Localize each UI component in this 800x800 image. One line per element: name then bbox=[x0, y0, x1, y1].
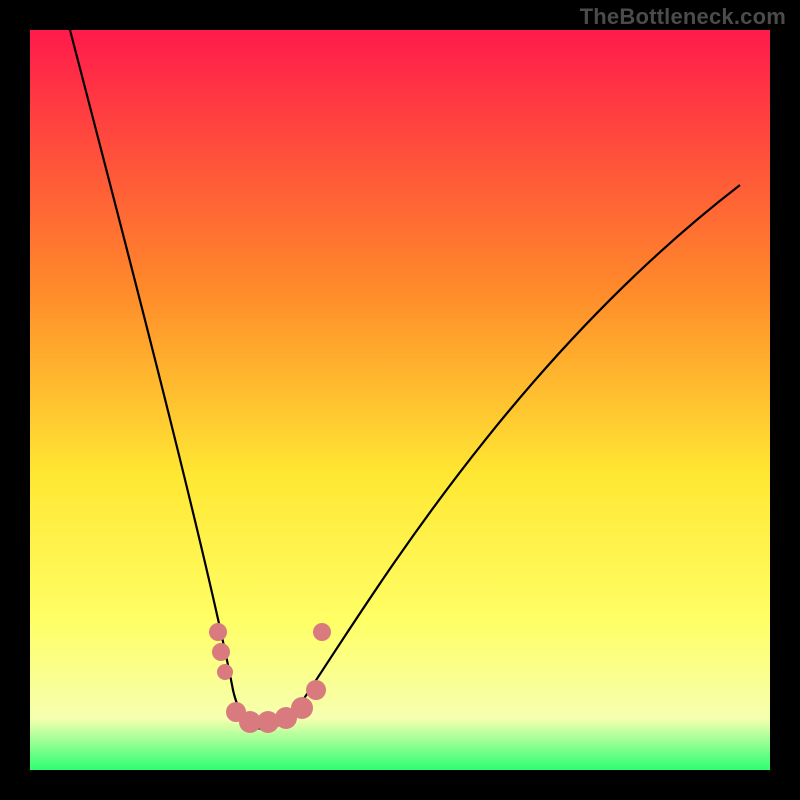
marker-dot bbox=[313, 623, 331, 641]
marker-dot bbox=[306, 680, 326, 700]
watermark-text: TheBottleneck.com bbox=[580, 4, 786, 30]
marker-dot bbox=[217, 664, 233, 680]
marker-dot bbox=[209, 623, 227, 641]
bottleneck-chart bbox=[30, 30, 770, 770]
outer-frame: TheBottleneck.com bbox=[0, 0, 800, 800]
marker-dot bbox=[212, 643, 230, 661]
marker-dot bbox=[291, 697, 313, 719]
plot-background bbox=[30, 30, 770, 770]
